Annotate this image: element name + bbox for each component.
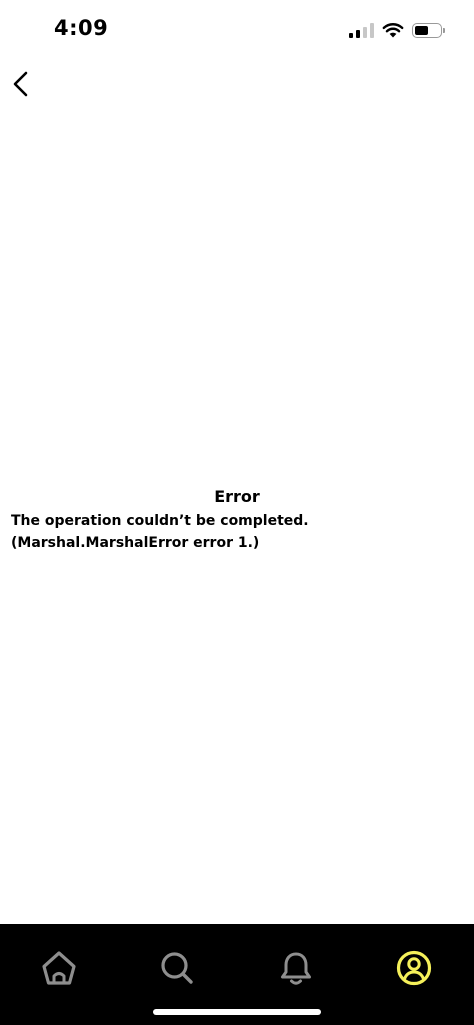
app-screen: 4:09 Error The operation couldn’t be com…: [0, 0, 474, 1025]
status-time: 4:09: [54, 16, 109, 40]
tab-notifications[interactable]: [266, 938, 326, 998]
error-message: The operation couldn’t be completed. (Ma…: [11, 513, 309, 551]
tab-bar: [0, 924, 474, 1025]
home-icon: [42, 951, 76, 985]
tab-profile[interactable]: [384, 938, 444, 998]
cellular-signal-icon: [349, 22, 374, 38]
bell-icon: [281, 952, 311, 985]
back-button[interactable]: [6, 66, 38, 102]
tab-home[interactable]: [29, 938, 89, 998]
home-indicator: [153, 1009, 321, 1015]
error-block: Error The operation couldn’t be complete…: [0, 487, 474, 554]
profile-icon: [396, 950, 432, 986]
status-bar: 4:09: [0, 0, 474, 60]
error-title: Error: [214, 487, 260, 506]
chevron-left-icon: [13, 71, 28, 97]
wifi-icon: [382, 23, 404, 38]
tab-search[interactable]: [147, 938, 207, 998]
search-icon: [161, 952, 193, 984]
battery-icon: [412, 22, 445, 38]
status-icons: [349, 20, 445, 40]
